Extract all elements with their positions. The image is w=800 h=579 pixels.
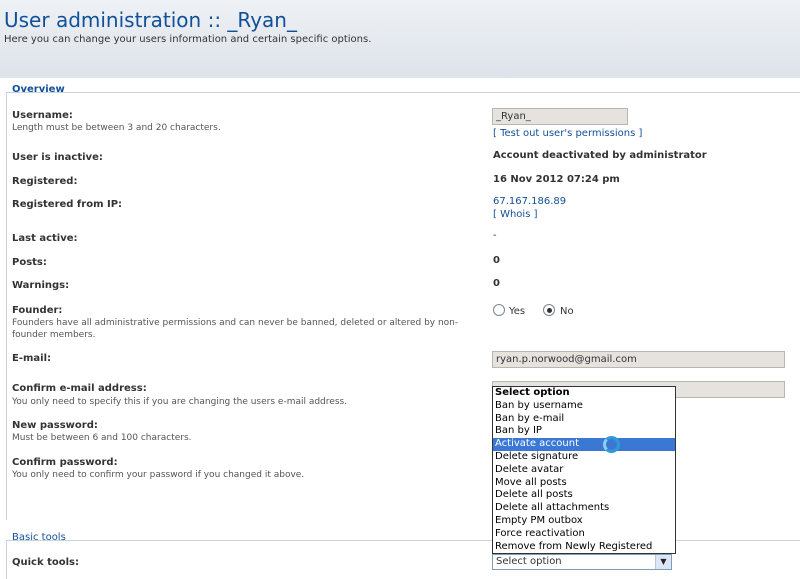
new-password-label: New password: [12,420,98,431]
email-label: E-mail: [12,353,52,364]
confirm-password-label: Confirm password: [12,457,118,468]
busy-cursor-icon [603,436,620,453]
overview-legend: Overview [12,84,65,95]
dropdown-option[interactable]: Delete avatar [493,464,675,477]
username-explain: Length must be between 3 and 20 characte… [12,123,221,133]
founder-yes-radio[interactable] [493,304,505,316]
founder-yes-label: Yes [509,306,526,317]
posts-value: 0 [493,255,500,266]
dropdown-option[interactable]: Select option [493,387,675,400]
registered-ip-link[interactable]: 67.167.186.89 [493,196,566,207]
dropdown-option[interactable]: Force reactivation [493,528,675,541]
basic-tools-fieldset [6,540,800,579]
dropdown-option[interactable]: Delete all attachments [493,502,675,515]
inactive-label: User is inactive: [12,152,103,163]
founder-explain: Founders have all administrative permiss… [12,318,459,340]
page-header: User administration :: _Ryan_ Here you c… [0,0,800,78]
test-permissions-link[interactable]: [ Test out user's permissions ] [493,128,642,139]
dropdown-option-highlighted[interactable]: Activate account [493,438,675,451]
registered-ip-label: Registered from IP: [12,199,123,210]
quick-tools-label: Quick tools: [12,557,80,568]
confirm-password-explain: You only need to confirm your password i… [12,470,305,480]
page-title: User administration :: _Ryan_ [4,8,297,32]
dropdown-option[interactable]: Delete signature [493,451,675,464]
dropdown-option[interactable]: Move all posts [493,477,675,490]
basic-tools-legend: Basic tools [12,532,66,543]
dropdown-option[interactable]: Remove from Newly Registered [493,541,675,554]
confirm-email-explain: You only need to specify this if you are… [12,397,348,407]
username-field[interactable]: _Ryan_ [492,108,628,125]
last-active-label: Last active: [12,233,78,244]
dropdown-option[interactable]: Delete all posts [493,489,675,502]
inactive-value: Account deactivated by administrator [493,150,707,161]
dropdown-option[interactable]: Empty PM outbox [493,515,675,528]
page-description: Here you can change your users informati… [4,34,372,45]
posts-label: Posts: [12,257,47,268]
founder-label: Founder: [12,305,63,316]
founder-no-radio[interactable] [543,304,555,316]
founder-no-label: No [560,306,574,317]
dropdown-option[interactable]: Ban by IP [493,425,675,438]
registered-label: Registered: [12,176,78,187]
username-label: Username: [12,110,73,121]
registered-value: 16 Nov 2012 07:24 pm [493,174,620,185]
confirm-email-label: Confirm e-mail address: [12,383,147,394]
quick-tools-dropdown-list[interactable]: Select option Ban by username Ban by e-m… [492,386,676,554]
whois-link[interactable]: [ Whois ] [493,209,538,220]
warnings-label: Warnings: [12,280,70,291]
last-active-value: - [493,230,497,241]
new-password-explain: Must be between 6 and 100 characters. [12,433,192,443]
quick-tools-select[interactable]: Select option ▼ [492,554,672,570]
email-field[interactable]: ryan.p.norwood@gmail.com [492,351,785,368]
quick-tools-select-value: Select option [496,556,562,567]
dropdown-option[interactable]: Ban by e-mail [493,413,675,426]
dropdown-option[interactable]: Ban by username [493,400,675,413]
warnings-value: 0 [493,278,500,289]
chevron-down-icon[interactable]: ▼ [655,555,671,569]
